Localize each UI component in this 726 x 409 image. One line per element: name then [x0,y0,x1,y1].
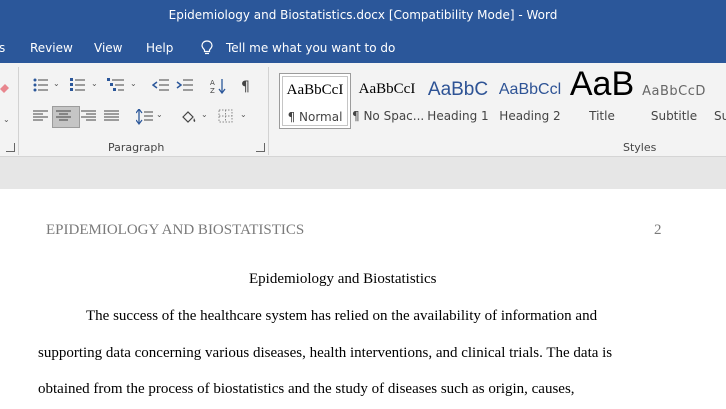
justify-icon [104,110,119,121]
style-subtle-emphasis[interactable]: Su [710,73,726,127]
title-bar: Epidemiology and Biostatistics.docx [Com… [0,0,726,32]
numbering-button[interactable] [66,75,94,97]
increase-indent-icon [176,79,193,91]
style-sample: AaBbCcl [498,81,562,98]
style-title[interactable]: AaB Title [568,65,636,127]
style-normal[interactable]: AaBbCcI ¶ Normal [279,73,351,129]
numbering-icon [70,78,85,91]
tab-review[interactable]: Review [30,41,73,55]
decrease-indent-icon [152,79,169,91]
chevron-down-icon[interactable]: ⌄ [201,110,208,119]
tab-partial[interactable]: s [0,41,5,55]
svg-text:A: A [210,79,215,87]
font-dialog-launcher-icon[interactable] [6,143,15,152]
style-name: ¶ Normal [287,110,343,124]
window-title: Epidemiology and Biostatistics.docx [Com… [168,8,558,22]
tell-me-search[interactable]: Tell me what you want to do [226,41,395,55]
group-separator [18,67,19,155]
tab-view[interactable]: View [94,41,122,55]
sort-button[interactable]: A Z [206,75,234,97]
multilevel-list-icon [107,78,124,91]
shading-button[interactable] [176,106,204,128]
ribbon-tabs: s Review View Help Tell me what you want… [0,32,726,63]
body-line: supporting data concerning various disea… [38,345,613,361]
tab-help[interactable]: Help [146,41,173,55]
show-formatting-button[interactable]: ¶ [236,75,264,97]
style-name: Heading 1 [427,109,489,123]
line-spacing-icon [136,109,153,125]
bullets-icon [33,78,48,92]
style-name: Su [714,109,726,123]
align-right-icon [81,110,96,121]
running-header: EPIDEMIOLOGY AND BIOSTATISTICS [46,222,305,238]
document-page[interactable]: EPIDEMIOLOGY AND BIOSTATISTICS 2 Epidemi… [0,189,726,409]
multilevel-list-button[interactable] [103,75,131,97]
style-name: Title [589,109,615,123]
style-sample: AaBbCcI [358,81,416,97]
style-sample: AaBbCcI [286,82,344,98]
align-center-button[interactable] [52,106,80,128]
style-sample: AaB [569,65,635,103]
justify-button[interactable] [100,106,128,128]
body-line: obtained from the process of biostatisti… [38,381,575,397]
chevron-down-icon[interactable]: ⌄ [91,79,98,88]
chevron-down-icon[interactable]: ⌄ [240,110,247,119]
eraser-icon[interactable] [0,81,10,95]
ribbon: ⌄ ⌄ ⌄ ⌄ A Z ¶ ⌄ ⌄ ⌄ Paragraph AaBbCcI ¶ … [0,63,726,157]
sort-icon: A Z [210,79,226,94]
chevron-down-icon[interactable]: ⌄ [156,110,163,119]
svg-text:Z: Z [210,87,215,94]
align-left-icon [33,110,48,121]
style-subtitle[interactable]: AaBbCcD Subtitle [641,73,707,127]
group-separator [268,67,269,155]
style-sample: AaBbCcD [642,84,706,99]
style-name: Heading 2 [499,109,561,123]
paragraph-group-label: Paragraph [108,141,165,154]
page-number: 2 [654,222,662,238]
borders-icon [218,109,233,123]
borders-button[interactable] [214,106,242,128]
pilcrow-icon: ¶ [241,79,250,94]
body-line: The success of the healthcare system has… [86,308,598,324]
style-no-spacing[interactable]: AaBbCcI ¶ No Spac... [352,73,425,127]
styles-group-label: Styles [623,141,657,154]
chevron-down-icon[interactable]: ⌄ [130,79,137,88]
style-name: Subtitle [650,109,698,123]
style-sample: AaBbC [427,79,489,100]
style-heading-1[interactable]: AaBbC Heading 1 [425,73,491,127]
align-center-icon [56,110,71,121]
paint-bucket-icon [182,111,196,123]
document-heading: Epidemiology and Biostatistics [249,271,437,287]
style-heading-2[interactable]: AaBbCcl Heading 2 [497,73,563,127]
chevron-down-icon[interactable]: ⌄ [53,79,60,88]
paragraph-dialog-launcher-icon[interactable] [256,143,265,152]
increase-indent-button[interactable] [172,75,200,97]
chevron-down-icon[interactable]: ⌄ [3,115,10,124]
lightbulb-icon [201,40,213,55]
style-name: ¶ No Spac... [352,109,425,123]
svg-text:¶: ¶ [241,79,250,94]
